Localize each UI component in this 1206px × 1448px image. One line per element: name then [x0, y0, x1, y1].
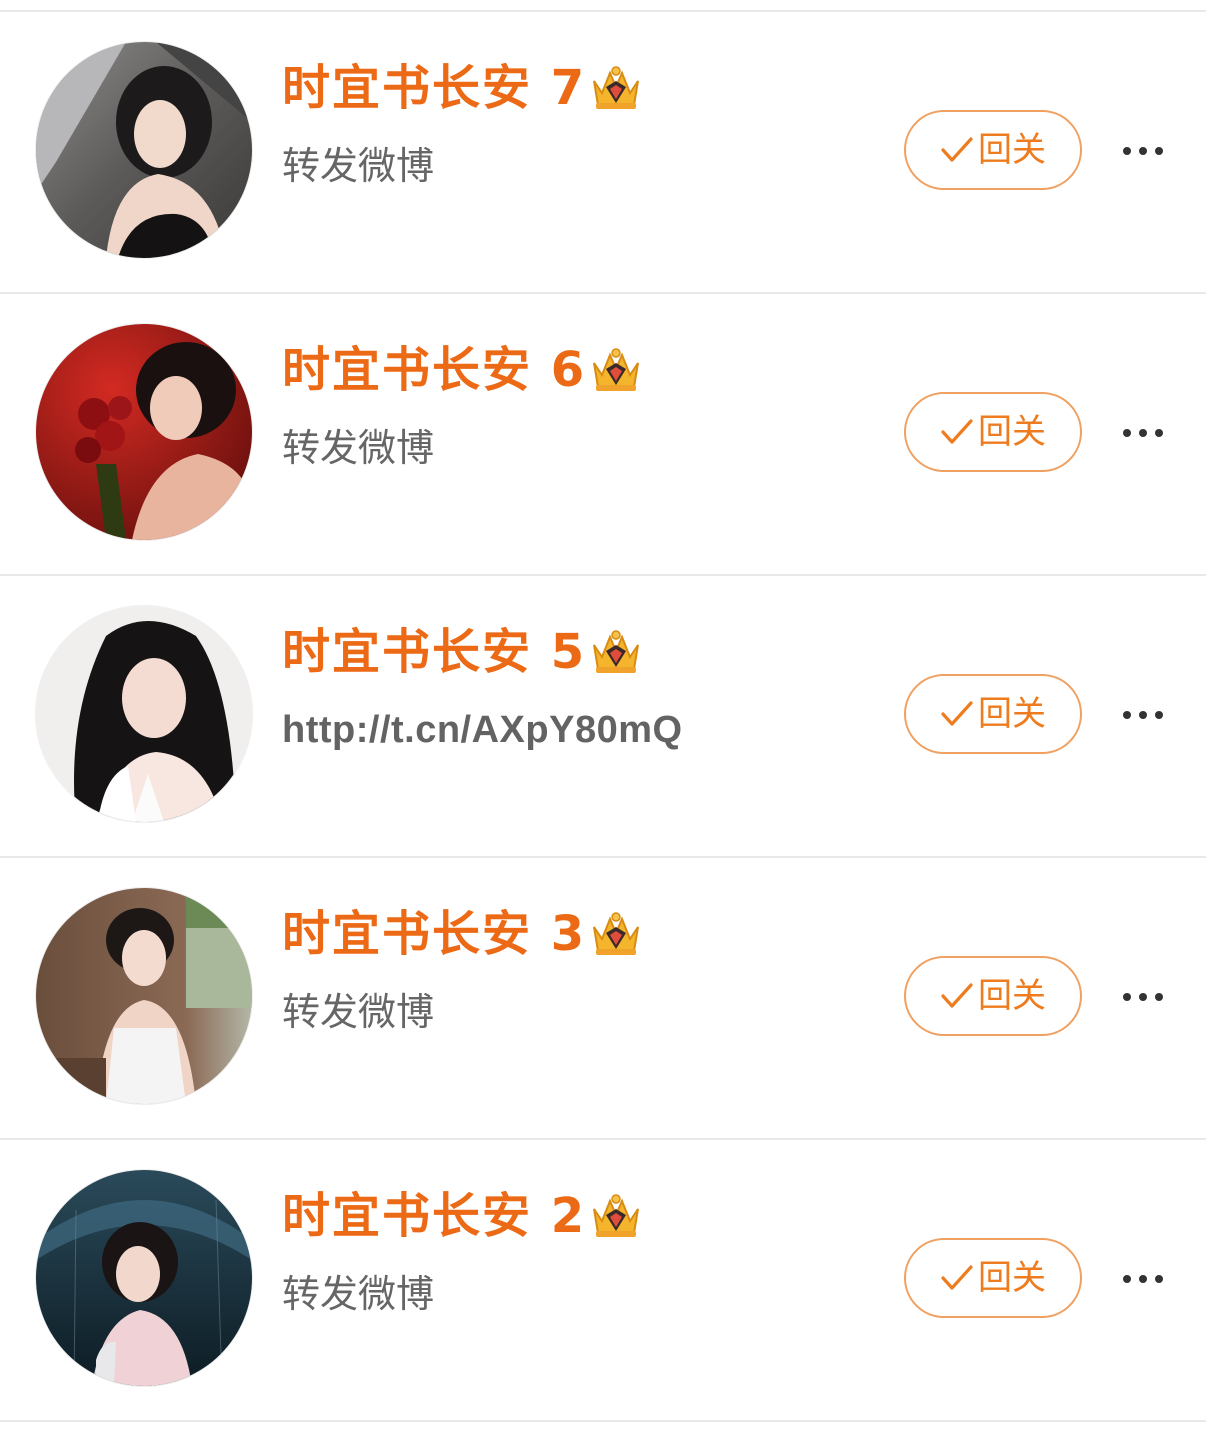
avatar[interactable]: [36, 888, 252, 1104]
username-line: 时宜书长安 5: [282, 620, 644, 684]
follow-back-label: 回关: [978, 694, 1046, 734]
username-line: 时宜书长安 6: [282, 338, 644, 402]
follower-list: 时宜书长安 7 转发微博 回关 时宜书长安 6 转发微博 回关 时宜书长安 5 …: [0, 12, 1206, 1422]
crown-icon: [588, 627, 644, 677]
subtitle: 转发微博: [282, 426, 435, 470]
more-dots-icon[interactable]: [1118, 700, 1168, 730]
follow-back-label: 回关: [978, 412, 1046, 452]
avatar[interactable]: [36, 42, 252, 258]
crown-icon: [588, 909, 644, 959]
avatar[interactable]: [36, 324, 252, 540]
crown-icon: [588, 63, 644, 113]
username[interactable]: 时宜书长安 5: [282, 620, 586, 684]
subtitle: 转发微博: [282, 144, 435, 188]
username[interactable]: 时宜书长安 6: [282, 338, 586, 402]
crown-icon: [588, 1191, 644, 1241]
checkmark-icon: [940, 135, 974, 165]
list-item[interactable]: 时宜书长安 2 转发微博 回关: [0, 1140, 1206, 1422]
username[interactable]: 时宜书长安 7: [282, 56, 586, 120]
follow-back-button[interactable]: 回关: [904, 392, 1082, 472]
subtitle: 转发微博: [282, 990, 435, 1034]
username-line: 时宜书长安 7: [282, 56, 644, 120]
follow-back-button[interactable]: 回关: [904, 1238, 1082, 1318]
more-dots-icon[interactable]: [1118, 982, 1168, 1012]
list-item[interactable]: 时宜书长安 3 转发微博 回关: [0, 858, 1206, 1140]
username[interactable]: 时宜书长安 2: [282, 1184, 586, 1248]
more-dots-icon[interactable]: [1118, 1264, 1168, 1294]
crown-icon: [588, 345, 644, 395]
list-item[interactable]: 时宜书长安 7 转发微博 回关: [0, 12, 1206, 294]
checkmark-icon: [940, 699, 974, 729]
follow-back-button[interactable]: 回关: [904, 110, 1082, 190]
follow-back-label: 回关: [978, 1258, 1046, 1298]
checkmark-icon: [940, 981, 974, 1011]
username-line: 时宜书长安 3: [282, 902, 644, 966]
username[interactable]: 时宜书长安 3: [282, 902, 586, 966]
subtitle-link[interactable]: http://t.cn/AXpY80mQ: [282, 702, 683, 758]
more-dots-icon[interactable]: [1118, 136, 1168, 166]
follow-back-button[interactable]: 回关: [904, 956, 1082, 1036]
avatar[interactable]: [36, 1170, 252, 1386]
subtitle: 转发微博: [282, 1272, 435, 1316]
username-line: 时宜书长安 2: [282, 1184, 644, 1248]
follow-back-button[interactable]: 回关: [904, 674, 1082, 754]
checkmark-icon: [940, 417, 974, 447]
more-dots-icon[interactable]: [1118, 418, 1168, 448]
list-item[interactable]: 时宜书长安 5 http://t.cn/AXpY80mQ 回关: [0, 576, 1206, 858]
checkmark-icon: [940, 1263, 974, 1293]
follow-back-label: 回关: [978, 130, 1046, 170]
follow-back-label: 回关: [978, 976, 1046, 1016]
avatar[interactable]: [36, 606, 252, 822]
list-item[interactable]: 时宜书长安 6 转发微博 回关: [0, 294, 1206, 576]
